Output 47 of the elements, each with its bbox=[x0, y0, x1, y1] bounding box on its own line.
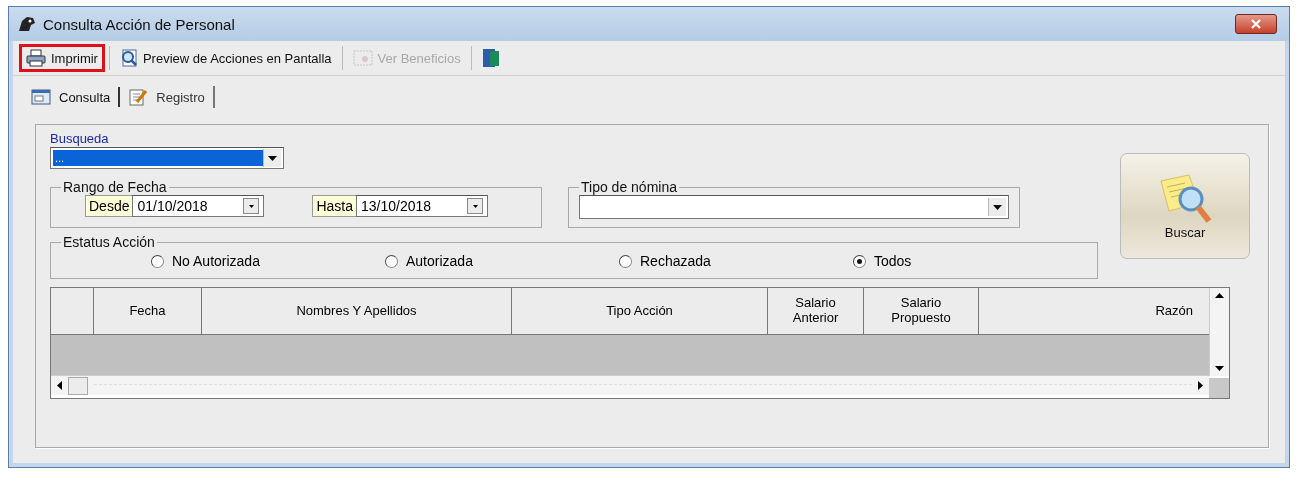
to-label: Hasta bbox=[312, 195, 357, 217]
dropdown-icon bbox=[268, 155, 277, 161]
date-range-title: Rango de Fecha bbox=[62, 179, 168, 195]
column-header[interactable]: Salario Anterior bbox=[768, 288, 864, 334]
preview-button[interactable]: Preview de Acciones en Pantalla bbox=[113, 45, 338, 71]
form-icon bbox=[31, 89, 51, 105]
window-title: Consulta Acción de Personal bbox=[43, 15, 236, 33]
scroll-down-icon[interactable] bbox=[1215, 366, 1224, 371]
payroll-type-title: Tipo de nómina bbox=[580, 179, 678, 195]
vertical-scrollbar[interactable] bbox=[1209, 288, 1229, 376]
scroll-left-icon[interactable] bbox=[57, 381, 62, 390]
dropdown-icon bbox=[993, 204, 1002, 210]
scroll-right-icon[interactable] bbox=[1198, 381, 1203, 390]
status-radio[interactable]: No Autorizada bbox=[151, 253, 385, 269]
to-date-picker[interactable]: 13/10/2018 bbox=[356, 195, 489, 217]
from-date-picker[interactable]: 01/10/2018 bbox=[132, 195, 265, 217]
dropdown-icon bbox=[472, 204, 478, 208]
scroll-up-icon[interactable] bbox=[1215, 293, 1224, 298]
search-button[interactable]: Buscar bbox=[1120, 153, 1250, 259]
close-icon bbox=[1251, 19, 1261, 29]
printer-icon bbox=[26, 49, 46, 67]
status-title: Estatus Acción bbox=[62, 234, 156, 250]
close-button[interactable] bbox=[1235, 14, 1277, 34]
column-header[interactable]: Razón bbox=[979, 288, 1207, 334]
certificate-icon bbox=[352, 49, 373, 67]
column-header[interactable]: Salario Propuesto bbox=[864, 288, 979, 334]
horizontal-scrollbar[interactable] bbox=[51, 375, 1209, 395]
from-label: Desde bbox=[85, 195, 133, 217]
scroll-thumb[interactable] bbox=[68, 376, 88, 395]
column-header[interactable]: Fecha bbox=[94, 288, 202, 334]
print-button[interactable]: Imprimir bbox=[19, 44, 105, 72]
tab[interactable]: Consulta bbox=[23, 87, 121, 107]
search-combo[interactable]: ... bbox=[50, 147, 284, 169]
notepad-pencil-icon bbox=[128, 88, 149, 106]
column-header[interactable]: Nombres Y Apellidos bbox=[202, 288, 512, 334]
tab[interactable]: Registro bbox=[120, 86, 215, 108]
payroll-type-combo[interactable] bbox=[579, 195, 1009, 219]
app-icon bbox=[17, 15, 37, 33]
status-radio[interactable]: Todos bbox=[853, 253, 1087, 269]
status-radio[interactable]: Rechazada bbox=[619, 253, 853, 269]
status-radio[interactable]: Autorizada bbox=[385, 253, 619, 269]
search-label: Busqueda bbox=[50, 131, 110, 146]
exit-door-icon bbox=[481, 48, 500, 68]
scrollbar-corner bbox=[1209, 378, 1229, 398]
dropdown-icon bbox=[248, 204, 254, 208]
column-header[interactable]: Tipo Acción bbox=[512, 288, 768, 334]
magnifier-page-icon bbox=[119, 49, 138, 67]
